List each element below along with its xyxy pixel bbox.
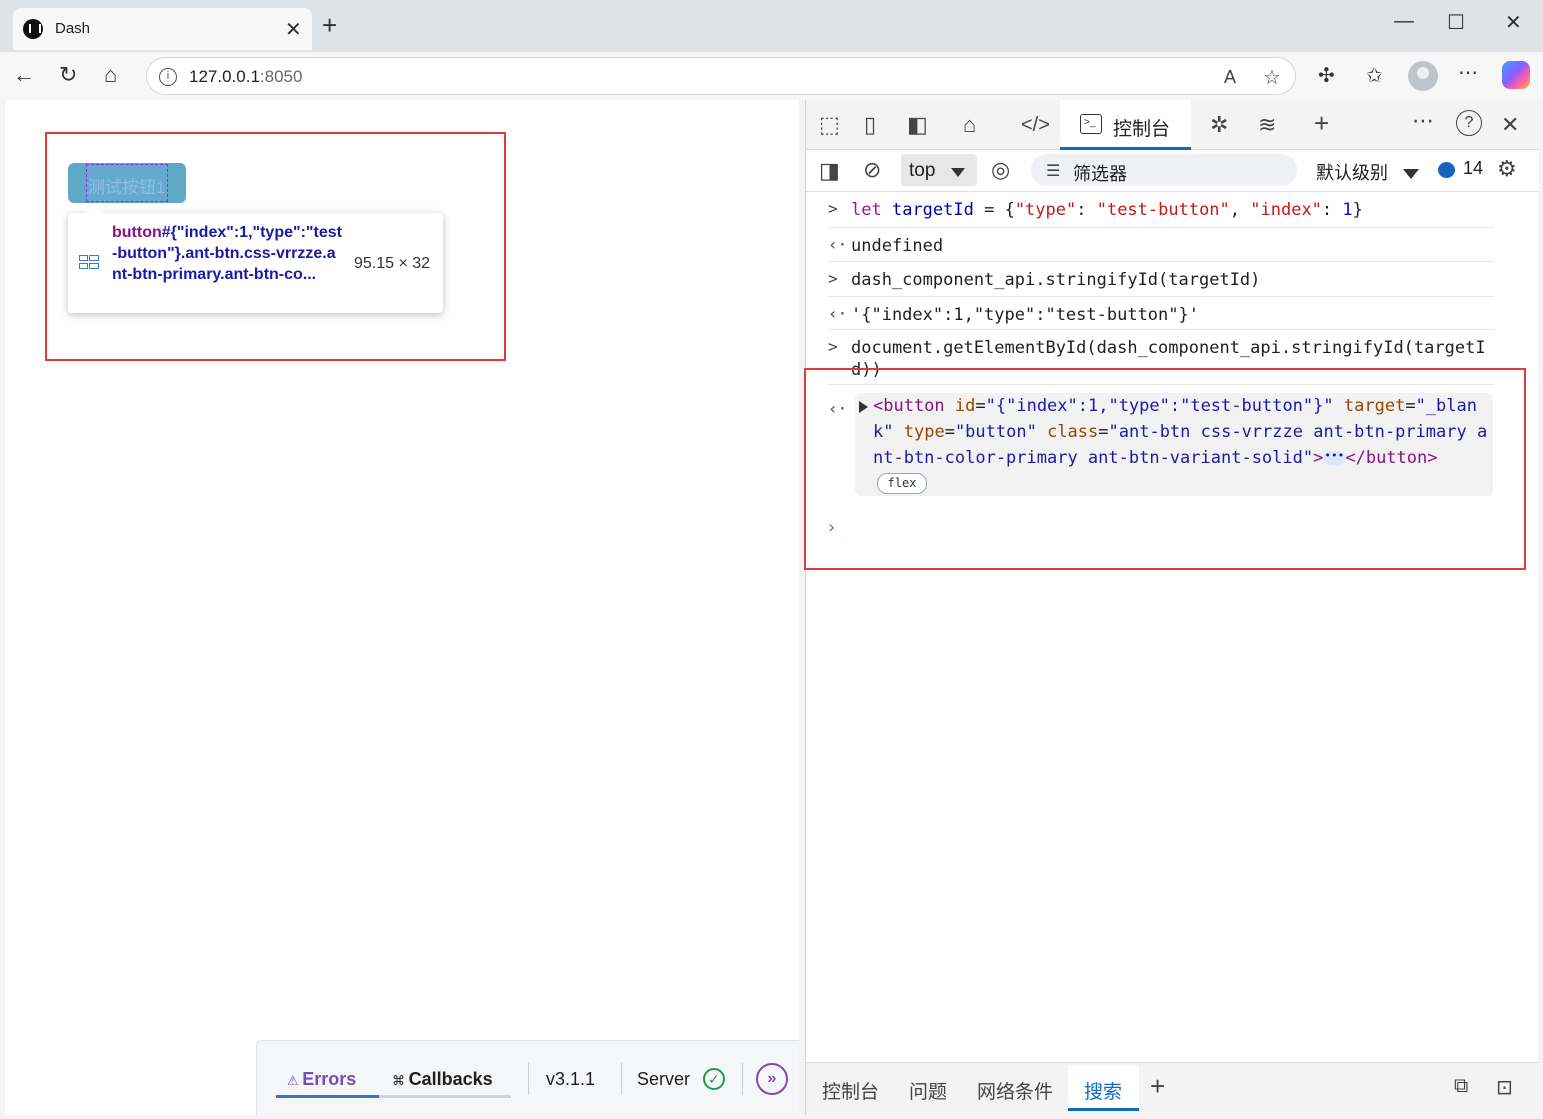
drawer-tab-network-conditions[interactable]: 网络条件 (977, 1077, 1053, 1104)
filter-placeholder: 筛选器 (1073, 164, 1127, 184)
collapse-drawer-icon[interactable]: ⊡ (1496, 1075, 1513, 1100)
close-tab-icon[interactable]: ✕ (285, 17, 302, 42)
console-input-row: > let targetId = {"type": "test-button",… (828, 192, 1494, 228)
minimize-icon[interactable]: — (1394, 10, 1414, 33)
console-settings-gear-icon[interactable]: ⚙ (1497, 156, 1517, 182)
browser-toolbar: ← ↻ ⌂ i 127.0.0.1:8050 A ☆ ✣ ✩ ⋯ (0, 52, 1543, 100)
tab-console[interactable]: >_ 控制台 (1060, 100, 1191, 150)
input-chevron-icon: > (828, 199, 838, 218)
new-tab-icon[interactable]: + (322, 12, 337, 38)
read-aloud-icon[interactable]: A (1224, 67, 1236, 88)
chevron-down-icon (951, 168, 965, 177)
input-chevron-icon: > (828, 337, 838, 356)
drawer-add-tab-icon[interactable]: + (1150, 1071, 1165, 1102)
inspect-tooltip: button#{"index":1,"type":"test-button"}.… (68, 205, 443, 313)
drawer-tab-issues[interactable]: 问题 (909, 1077, 947, 1104)
browser-tab[interactable]: Dash ✕ (13, 8, 312, 50)
context-select[interactable]: top (901, 154, 977, 186)
maximize-icon[interactable]: ☐ (1447, 10, 1465, 35)
close-devtools-icon[interactable]: ✕ (1501, 112, 1519, 138)
dash-debug-menu: ⚠ Errors ⌘ Callbacks v3.1.1 Server ✓ » (256, 1040, 799, 1115)
errors-tab[interactable]: ⚠ Errors (287, 1069, 356, 1090)
collapse-menu-icon[interactable]: » (756, 1063, 788, 1095)
chevron-down-icon (1403, 169, 1419, 179)
customize-menu-icon[interactable]: ⋯ (1412, 108, 1434, 134)
device-emulation-icon[interactable]: ▯ (864, 112, 876, 138)
debugger-bug-icon[interactable]: ✲ (1210, 112, 1228, 138)
input-chevron-icon: > (828, 269, 838, 288)
server-ok-icon: ✓ (703, 1068, 725, 1090)
home-icon[interactable]: ⌂ (104, 62, 117, 88)
dock-side-icon[interactable]: ◧ (907, 112, 928, 138)
tab-title: Dash (55, 20, 91, 37)
more-tools-plus-icon[interactable]: + (1314, 108, 1329, 139)
tab-console-label: 控制台 (1113, 119, 1171, 140)
dock-drawer-icon[interactable]: ⧉ (1454, 1075, 1468, 1098)
result-arrow-icon: ‹· (828, 235, 848, 254)
console-result-row: ‹· undefined (828, 228, 1494, 262)
callbacks-tab[interactable]: ⌘ Callbacks (392, 1069, 493, 1090)
favorites-icon[interactable]: ✩ (1366, 63, 1383, 88)
browser-tab-strip: Dash ✕ + — ☐ ✕ (0, 0, 1543, 52)
devtools-panel: ⬚ ▯ ◧ ⌂ </> >_ 控制台 ✲ ≋ + ⋯ ? ✕ ◨ ⊘ top ◎… (804, 100, 1539, 1115)
devtools-drawer: 控制台 问题 网络条件 搜索 + ⧉ ⊡ (806, 1062, 1539, 1115)
drawer-tab-console[interactable]: 控制台 (822, 1077, 879, 1104)
console-result-row: ‹· '{"index":1,"type":"test-button"}' (828, 297, 1494, 330)
clear-console-icon[interactable]: ⊘ (863, 157, 881, 183)
dash-version: v3.1.1 (546, 1069, 596, 1089)
welcome-home-icon[interactable]: ⌂ (963, 112, 976, 138)
more-menu-icon[interactable]: ⋯ (1458, 60, 1478, 85)
server-status-label: Server (637, 1069, 691, 1089)
console-input-row: > dash_component_api.stringifyId(targetI… (828, 262, 1494, 297)
callbacks-icon: ⌘ (392, 1073, 409, 1088)
drawer-tab-search[interactable]: 搜索 (1068, 1065, 1139, 1111)
message-icon (1438, 162, 1455, 178)
divider (528, 1063, 529, 1095)
message-count[interactable]: 14 (1463, 158, 1483, 179)
console-line[interactable]: dash_component_api.stringifyId(targetId) (851, 269, 1491, 291)
console-line[interactable]: let targetId = {"type": "test-button", "… (851, 199, 1491, 221)
tooltip-size: 95.15 × 32 (354, 255, 431, 272)
dash-favicon-icon (23, 19, 43, 39)
divider (621, 1063, 622, 1095)
context-value: top (909, 160, 936, 181)
inspect-element-icon[interactable]: ⬚ (819, 112, 840, 138)
annotation-red-box (804, 368, 1526, 570)
tooltip-selector: button#{"index":1,"type":"test-button"}.… (112, 224, 342, 283)
devtools-tab-bar: ⬚ ▯ ◧ ⌂ </> >_ 控制台 ✲ ≋ + ⋯ ? ✕ (806, 100, 1539, 150)
help-icon[interactable]: ? (1456, 110, 1482, 136)
close-window-icon[interactable]: ✕ (1505, 10, 1522, 35)
network-wifi-icon[interactable]: ≋ (1258, 112, 1276, 138)
address-bar[interactable]: i 127.0.0.1:8050 A ☆ (146, 57, 1296, 95)
console-line: undefined (851, 236, 944, 256)
reload-icon[interactable]: ↻ (59, 62, 77, 88)
console-output: > let targetId = {"type": "test-button",… (804, 192, 1539, 1062)
log-level-select[interactable]: 默认级别 (1316, 159, 1388, 185)
live-expression-eye-icon[interactable]: ◎ (991, 157, 1010, 183)
filter-input[interactable]: ☰ 筛选器 (1031, 154, 1297, 186)
console-toolbar: ◨ ⊘ top ◎ ☰ 筛选器 默认级别 14 ⚙ (806, 150, 1539, 192)
result-arrow-icon: ‹· (828, 304, 848, 323)
tab-underline (276, 1095, 511, 1098)
inspect-highlight (86, 164, 168, 202)
sidebar-toggle-icon[interactable]: ◨ (819, 158, 840, 184)
flex-layout-icon (79, 255, 99, 269)
console-icon: >_ (1080, 114, 1102, 134)
console-line: '{"index":1,"type":"test-button"}' (851, 305, 1199, 325)
divider (742, 1063, 743, 1095)
url-text[interactable]: 127.0.0.1:8050 (189, 67, 302, 87)
extensions-icon[interactable]: ✣ (1318, 63, 1335, 88)
page-viewport: 测试按钮1 button#{"index":1,"type":"test-but… (5, 100, 799, 1115)
filter-icon: ☰ (1046, 163, 1061, 180)
site-info-icon[interactable]: i (159, 68, 177, 86)
copilot-icon[interactable] (1502, 61, 1530, 89)
profile-avatar[interactable] (1408, 61, 1438, 91)
elements-code-icon[interactable]: </> (1021, 114, 1050, 137)
back-icon[interactable]: ← (13, 62, 35, 88)
warning-icon: ⚠ (287, 1073, 303, 1088)
favorite-star-icon[interactable]: ☆ (1263, 65, 1281, 90)
